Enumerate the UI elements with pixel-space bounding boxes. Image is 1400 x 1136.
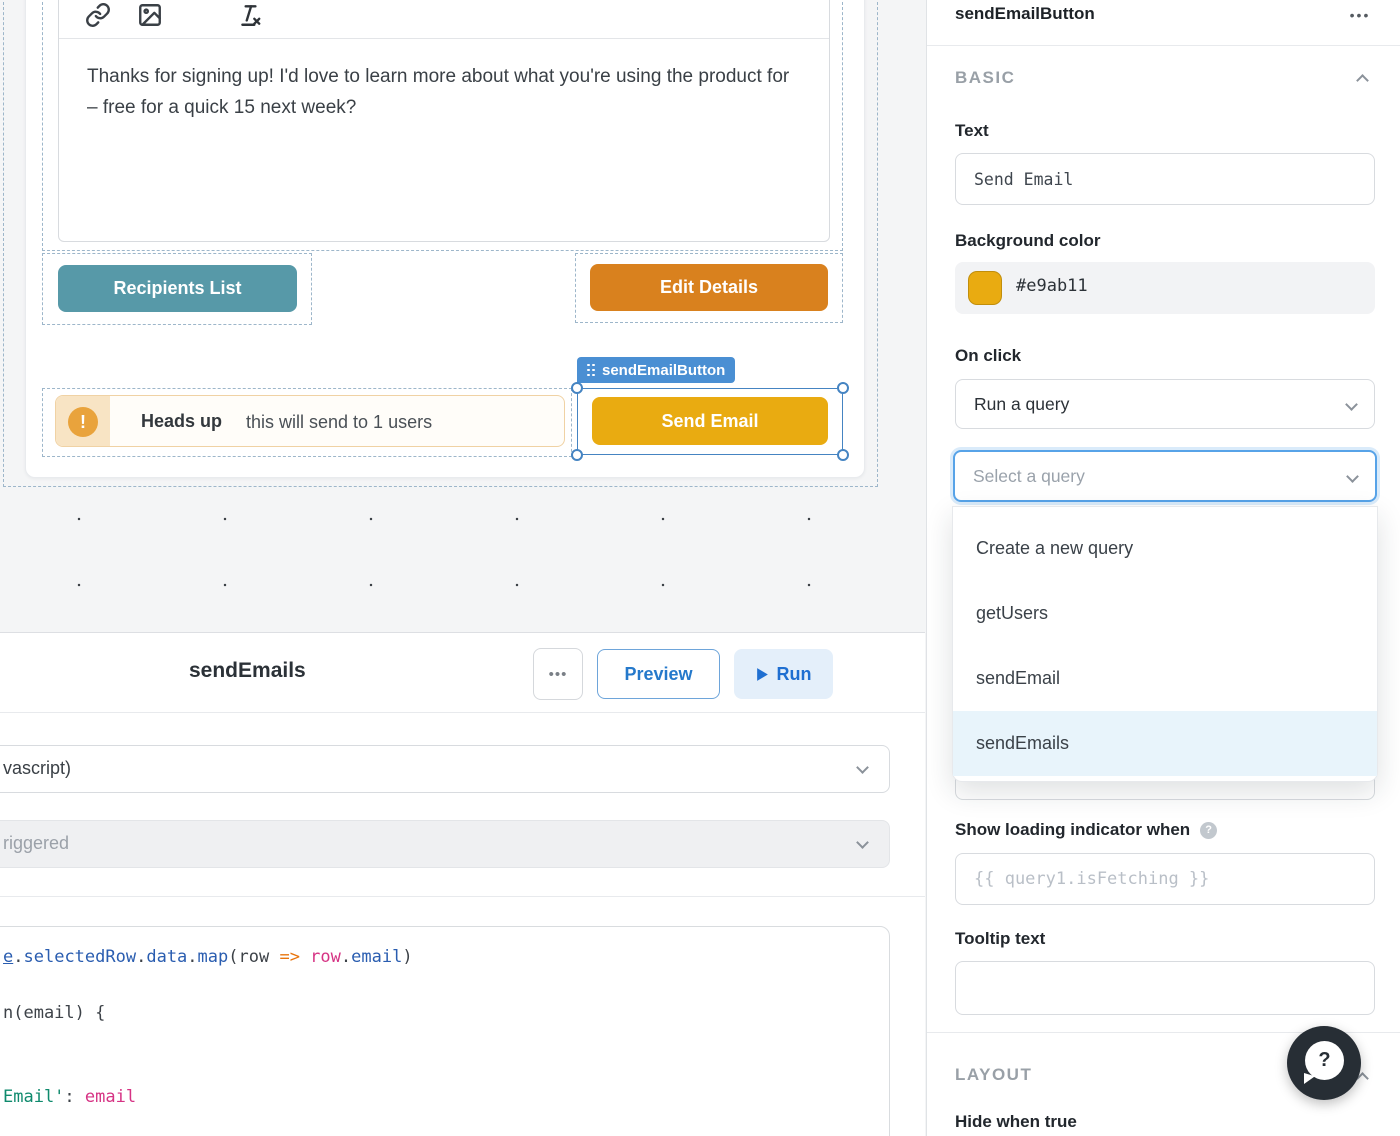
code-lines[interactable]: e.selectedRow.data.map(row => row.email)…: [3, 943, 413, 1111]
query-select[interactable]: Select a query: [953, 450, 1377, 502]
inspector-more-button[interactable]: •••: [1340, 0, 1380, 30]
chevron-down-icon: [856, 761, 869, 774]
heads-up-alert: ! Heads up this will send to 1 users: [55, 395, 565, 447]
image-icon[interactable]: [135, 0, 165, 30]
color-hex-value: #e9ab11: [1016, 276, 1088, 296]
query-title[interactable]: sendEmails: [189, 659, 306, 683]
help-fab-button[interactable]: ?: [1287, 1026, 1361, 1100]
run-button-label: Run: [777, 664, 812, 685]
trigger-dropdown[interactable]: riggered: [0, 820, 890, 868]
edit-details-button[interactable]: Edit Details: [590, 264, 828, 311]
resize-handle-ne[interactable]: [837, 382, 849, 394]
color-swatch[interactable]: [968, 271, 1002, 305]
loading-indicator-label: Show loading indicator when?: [955, 820, 1217, 840]
text-input[interactable]: Send Email: [955, 153, 1375, 205]
rich-text-editor[interactable]: Thanks for signing up! I'd love to learn…: [58, 0, 830, 242]
query-option[interactable]: sendEmails: [953, 711, 1377, 776]
resize-handle-se[interactable]: [837, 449, 849, 461]
recipients-list-button[interactable]: Recipients List: [58, 265, 297, 312]
link-icon[interactable]: [83, 0, 113, 30]
preview-button[interactable]: Preview: [597, 649, 720, 699]
language-dropdown-value: vascript): [3, 758, 71, 779]
query-body-divider: [0, 896, 925, 897]
inspector-header-divider: [927, 45, 1400, 46]
help-bubble-icon: ?: [1305, 1041, 1344, 1080]
resize-handle-sw[interactable]: [571, 449, 583, 461]
selection-tag[interactable]: sendEmailButton: [577, 357, 735, 383]
query-dropdown-menu: Create a new querygetUserssendEmailsendE…: [952, 506, 1378, 782]
app-builder: Thanks for signing up! I'd love to learn…: [0, 0, 1400, 1136]
play-icon: [756, 667, 769, 682]
email-message-text[interactable]: Thanks for signing up! I'd love to learn…: [87, 61, 797, 123]
code-line: [3, 1027, 413, 1055]
chevron-down-icon: [1346, 470, 1359, 483]
loading-indicator-input[interactable]: {{ query1.isFetching }}: [955, 853, 1375, 905]
code-line: Email': email: [3, 1083, 413, 1111]
query-option[interactable]: getUsers: [953, 581, 1377, 646]
query-option[interactable]: sendEmail: [953, 646, 1377, 711]
query-more-button[interactable]: •••: [533, 648, 583, 700]
onclick-value: Run a query: [974, 394, 1069, 415]
drag-handle-icon[interactable]: [587, 364, 595, 377]
onclick-select[interactable]: Run a query: [955, 379, 1375, 429]
query-header-divider: [0, 712, 925, 713]
canvas-dot-grid: [0, 487, 925, 632]
help-icon[interactable]: ?: [1200, 822, 1217, 839]
code-line: [3, 971, 413, 999]
background-color-label: Background color: [955, 231, 1100, 251]
inspector-title: sendEmailButton: [955, 4, 1095, 24]
basic-section-header: BASIC: [955, 68, 1015, 88]
loading-indicator-label-text: Show loading indicator when: [955, 820, 1190, 839]
trigger-dropdown-value: riggered: [3, 833, 69, 854]
background-color-picker[interactable]: #e9ab11: [955, 262, 1375, 314]
code-line: [3, 1055, 413, 1083]
text-label: Text: [955, 121, 989, 141]
run-button[interactable]: Run: [734, 649, 833, 699]
loading-indicator-placeholder: {{ query1.isFetching }}: [974, 869, 1209, 889]
query-option[interactable]: Create a new query: [953, 516, 1377, 581]
query-select-placeholder: Select a query: [973, 466, 1085, 487]
onclick-label: On click: [955, 346, 1021, 366]
warning-icon: !: [68, 407, 98, 437]
selection-tag-label: sendEmailButton: [602, 362, 725, 379]
code-line: e.selectedRow.data.map(row => row.email): [3, 943, 413, 971]
text-input-value: Send Email: [974, 170, 1073, 189]
chevron-down-icon: [856, 836, 869, 849]
resize-handle-nw[interactable]: [571, 382, 583, 394]
query-editor-panel: sendEmails ••• Preview Run vascript) rig…: [0, 632, 925, 1136]
chevron-down-icon: [1345, 398, 1358, 411]
tooltip-label: Tooltip text: [955, 929, 1045, 949]
alert-title: Heads up: [141, 411, 222, 432]
code-line: n(email) {: [3, 999, 413, 1027]
clear-formatting-icon[interactable]: [235, 0, 265, 30]
hide-when-true-label: Hide when true: [955, 1112, 1077, 1132]
send-email-button[interactable]: Send Email: [592, 397, 828, 445]
tooltip-input[interactable]: [955, 961, 1375, 1015]
code-editor[interactable]: e.selectedRow.data.map(row => row.email)…: [0, 926, 890, 1136]
editor-toolbar: [59, 0, 829, 39]
language-dropdown[interactable]: vascript): [0, 745, 890, 793]
alert-text: this will send to 1 users: [246, 412, 432, 433]
layout-section-header: LAYOUT: [955, 1065, 1032, 1085]
